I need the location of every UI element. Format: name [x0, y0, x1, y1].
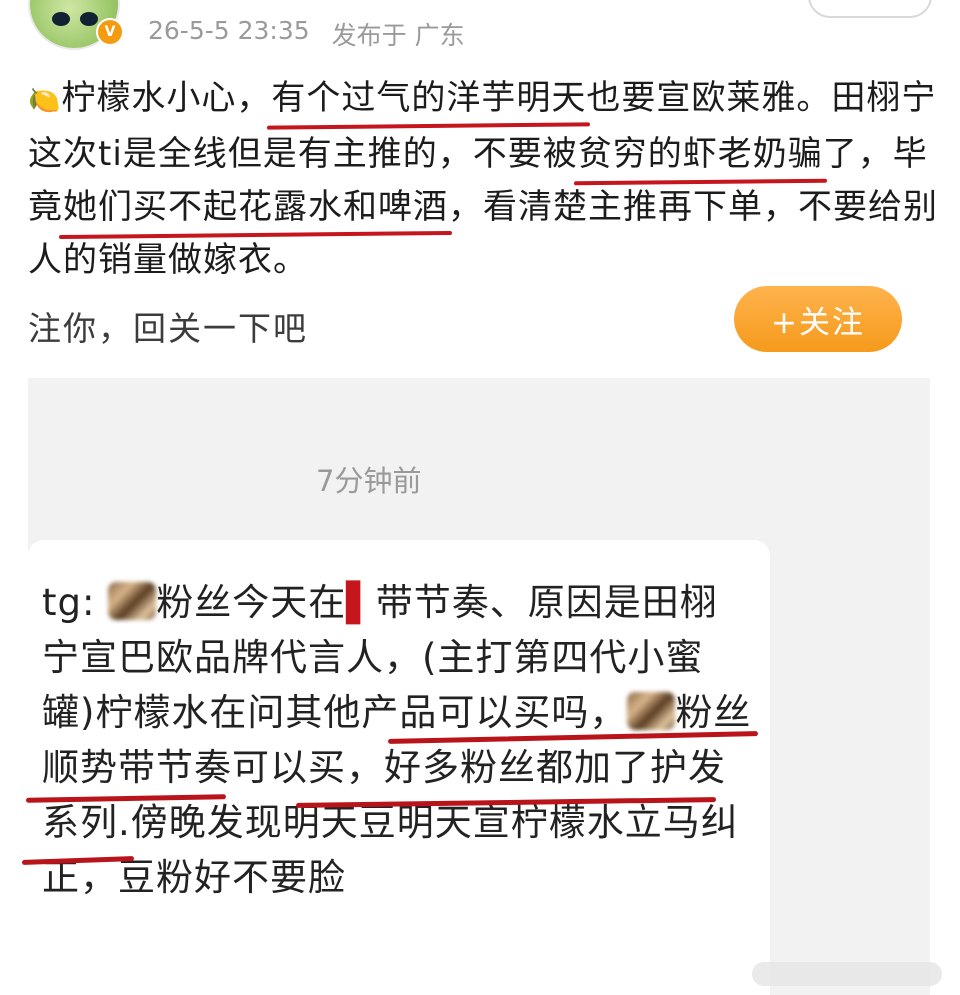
post-location: 发布于 广东: [331, 21, 465, 50]
watermark: [752, 962, 942, 986]
avatar-eye: [80, 12, 98, 26]
reply-hint: 注你，回关一下吧: [28, 309, 308, 348]
underlined-text: 有个过气的洋芋明天: [271, 78, 587, 118]
verified-badge-icon: V: [96, 18, 124, 46]
chat-text-segment: tg:: [42, 581, 109, 624]
blurred-emoji-icon: [627, 692, 676, 730]
chat-text-segment: 豆粉好不要脸: [118, 856, 346, 899]
underlined-text: 她们买不起花露水和啤酒: [63, 187, 448, 227]
post-meta: 26-5-5 23:35 发布于 广东: [148, 16, 465, 52]
post-text-segment: 柠檬水小心，: [61, 78, 272, 118]
post-time: 26-5-5 23:35: [148, 16, 310, 45]
chat-text-segment: 豆明天宣: [358, 801, 511, 844]
chat-timestamp: 7分钟前: [316, 464, 422, 498]
follow-button[interactable]: +关注: [734, 286, 902, 352]
red-book-icon: ▌: [346, 581, 376, 624]
post-text: 🍋柠檬水小心，有个过气的洋芋明天也要宣欧莱雅。田栩宁这次ti是全线但是有主推的，…: [28, 72, 943, 287]
chat-text-segment: 柠檬水在问其他产品可以买吗，: [95, 691, 628, 734]
avatar-eye: [52, 12, 70, 26]
blurred-emoji-icon: [108, 582, 157, 620]
chat-text-segment: 粉丝今天在: [156, 581, 347, 624]
top-right-button[interactable]: [808, 0, 932, 18]
lemon-icon: 🍋: [28, 86, 62, 116]
underlined-text: 贫穷的虾老奶骗: [577, 134, 823, 174]
